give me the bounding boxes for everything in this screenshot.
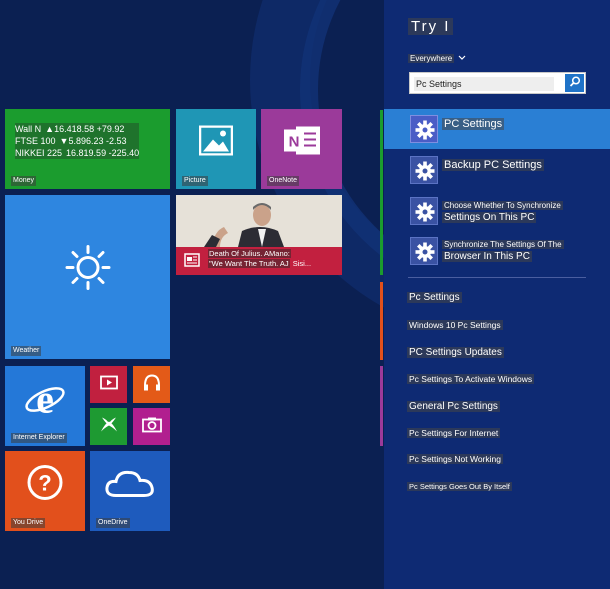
gear-icon [410,115,438,143]
cloud-icon [104,467,156,502]
result-backup-pc-settings[interactable]: Backup PC Settings [384,150,610,190]
group-strip [380,282,383,360]
tile-label: Internet Explorer [11,433,67,443]
svg-text:N: N [288,133,299,150]
sun-icon [65,245,111,296]
result-choose-synchronize[interactable]: Choose Whether To Synchronize Settings O… [384,191,610,231]
quote-value: ▼5.896.23 -2.53 [59,136,127,146]
news-tile[interactable]: Death Of Julius. AMano: "We Want The Tru… [176,195,342,275]
result-label-line: Synchronize The Settings Of The [442,240,564,249]
camera-icon [141,416,162,437]
suggestion-label: Pc Settings For Internet [407,428,501,438]
result-label: Backup PC Settings [442,159,544,171]
games-tile[interactable] [90,408,127,445]
headline-line: "We Want The Truth. AJ [208,259,290,268]
music-tile[interactable] [133,366,170,403]
result-synchronize-browser[interactable]: Synchronize The Settings Of The Browser … [384,231,610,271]
tile-label: Picture [182,176,208,186]
onenote-icon: N [282,122,322,163]
money-tile[interactable]: Wall N ▲16.418.58 +79.92 FTSE 100 ▼5.896.2… [5,109,170,189]
suggestion-item[interactable]: Pc Settings To Activate Windows [407,374,535,384]
gear-icon [410,237,438,265]
search-icon [569,74,580,92]
onenote-tile[interactable]: N OneNote [261,109,342,189]
suggestion-label: General Pc Settings [407,401,500,412]
photos-tile[interactable]: Picture [176,109,256,189]
result-label: PC Settings [442,118,505,130]
tile-label: Money [11,176,37,186]
scope-label: Everywhere [408,54,455,63]
suggestion-label: PC Settings Updates [407,347,504,358]
tile-label: Weather [11,346,42,356]
suggestion-label: Windows 10 Pc Settings [407,320,503,330]
xbox-icon [99,415,119,438]
gear-icon [410,197,438,225]
onedrive-tile[interactable]: OneDrive [90,451,170,531]
picture-icon [198,124,234,160]
help-tile[interactable]: ? You Drive [5,451,85,531]
suggestion-item[interactable]: PC Settings Updates [407,347,504,358]
tile-label: OneDrive [96,518,130,528]
result-pc-settings[interactable]: PC Settings [384,109,610,149]
video-tile[interactable] [90,366,127,403]
divider [408,277,586,278]
quote-value: 16.819.59 -225.40 [66,148,140,158]
headphones-icon [142,373,162,396]
weather-tile[interactable]: Weather [5,195,170,359]
quote-name: NIKKEI 225 [15,148,63,158]
suggestion-item[interactable]: Pc Settings Not Working [407,454,503,464]
result-label-line: Choose Whether To Synchronize [442,201,563,210]
search-charm: Try I Everywhere PC Settings Backup PC S… [384,0,610,589]
search-box [409,72,586,94]
svg-text:?: ? [38,470,51,495]
money-quotes: Wall N ▲16.418.58 +79.92 FTSE 100 ▼5.896.2… [15,123,140,159]
video-icon [99,375,118,394]
question-icon: ? [26,463,64,506]
newspaper-icon [184,253,200,272]
gear-icon [410,156,438,184]
result-label-line: Browser In This PC [442,251,532,262]
charm-title: Try I [408,18,454,35]
suggestion-label: Pc Settings Not Working [407,454,503,464]
quote-name: Wall N [15,124,42,134]
suggestion-item[interactable]: Pc Settings Goes Out By Itself [407,482,512,491]
group-strip [380,110,383,275]
suggestion-label: Pc Settings [407,292,462,303]
quote-name: FTSE 100 [15,136,56,146]
internet-explorer-tile[interactable]: e Internet Explorer [5,366,85,446]
headline-tail: Sisi... [292,259,312,268]
tile-label: You Drive [11,518,46,528]
suggestion-item[interactable]: Pc Settings [407,292,462,303]
scope-dropdown[interactable]: Everywhere [408,54,466,63]
group-strip [380,366,383,446]
quote-value: ▲16.418.58 +79.92 [45,124,125,134]
suggestion-label: Pc Settings To Activate Windows [407,374,535,384]
news-photo [176,195,342,247]
tile-label: OneNote [267,176,300,186]
svg-text:e: e [36,379,54,419]
result-label-line: Settings On This PC [442,212,537,223]
suggestion-item[interactable]: General Pc Settings [407,401,500,412]
headline-line: Death Of Julius. AMano: [208,249,291,258]
chevron-down-icon [458,54,466,63]
news-headline: Death Of Julius. AMano: "We Want The Tru… [208,249,312,269]
suggestion-label: Pc Settings Goes Out By Itself [407,482,512,491]
search-button[interactable] [565,74,584,92]
camera-tile[interactable] [133,408,170,445]
search-input[interactable] [414,77,554,91]
suggestion-item[interactable]: Windows 10 Pc Settings [407,320,503,330]
suggestion-item[interactable]: Pc Settings For Internet [407,428,501,438]
internet-explorer-icon: e [23,377,67,424]
